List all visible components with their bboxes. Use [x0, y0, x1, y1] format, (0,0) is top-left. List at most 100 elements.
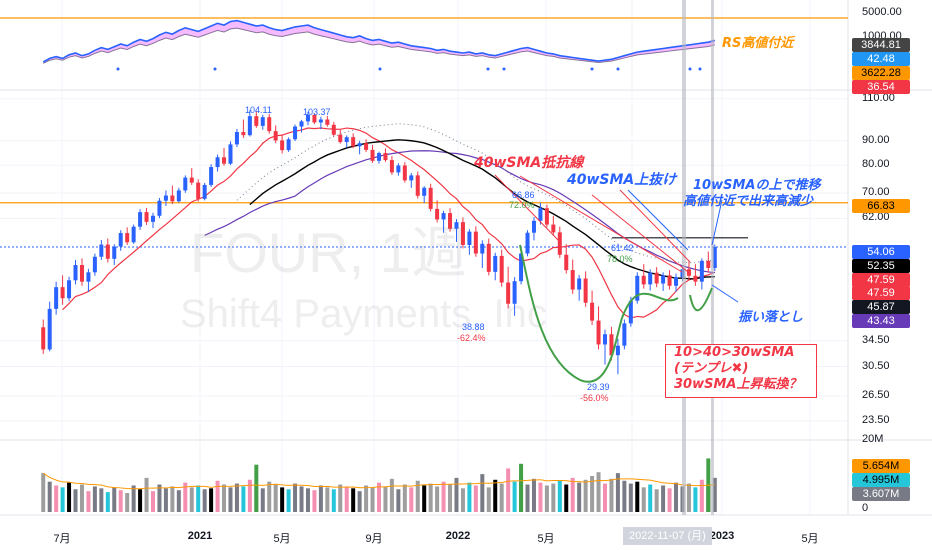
candle-body: [247, 116, 252, 136]
price-tick-label: 70.00: [862, 186, 890, 199]
volume-bar: [641, 487, 646, 512]
volume-bar: [448, 484, 453, 512]
candle-body: [176, 190, 181, 202]
price-marker: 103.37: [303, 107, 331, 117]
candle-body: [338, 134, 343, 143]
candle-body: [170, 195, 175, 202]
annotation-volume-dryup: 高値付近で出来高減少: [683, 194, 814, 209]
trend-line-blue: [627, 189, 689, 251]
candle-body: [389, 160, 394, 173]
candle-body: [622, 323, 627, 346]
volume-bar: [267, 481, 272, 512]
candle-body: [641, 275, 646, 285]
rs-new-high-dot: [502, 67, 506, 71]
price-marker: 66.86: [512, 190, 535, 200]
candle-body: [196, 182, 201, 199]
price-marker: 72.0%: [509, 200, 535, 210]
volume-bar: [531, 478, 536, 512]
volume-bar: [654, 489, 659, 512]
volume-bar: [402, 484, 407, 512]
candle-body: [344, 137, 349, 143]
volume-bar: [473, 485, 478, 512]
candle-body: [364, 143, 369, 150]
candle-body: [202, 184, 207, 199]
volume-bar: [441, 481, 446, 512]
volume-bar: [486, 487, 491, 512]
candle-body: [60, 287, 65, 299]
price-value-tag: 66.83: [852, 199, 910, 213]
rs-new-high-dot: [378, 67, 382, 71]
candle-body: [577, 278, 582, 290]
candle-body: [54, 287, 59, 309]
volume-bar: [583, 479, 588, 512]
volume-bar: [596, 472, 601, 512]
volume-bar: [667, 488, 672, 512]
volume-bar: [280, 487, 285, 512]
candle-body: [396, 165, 401, 173]
candle-body: [318, 119, 323, 123]
price-tick-label: 26.50: [862, 388, 890, 401]
volume-bar: [699, 479, 704, 512]
volume-bar-highlight: [254, 464, 259, 512]
volume-bar: [609, 478, 614, 512]
volume-bar: [409, 487, 414, 512]
volume-bar: [383, 486, 388, 512]
annotation-40wsma-break: 40wSMA上抜け: [567, 172, 677, 188]
annotation-rs-high: RS高値付近: [722, 36, 794, 51]
candle-body: [596, 320, 601, 345]
candle-body: [73, 265, 78, 281]
price-marker: -62.4%: [457, 333, 486, 343]
volume-bar: [222, 484, 227, 512]
volume-bar: [170, 486, 175, 512]
candle-body: [86, 272, 91, 282]
volume-bar: [686, 483, 691, 512]
volume-bar: [228, 487, 233, 512]
volume-bar: [305, 488, 310, 512]
candle-body: [163, 195, 168, 201]
candle-body: [67, 280, 72, 299]
time-tick-label: 5月: [537, 533, 555, 545]
volume-bar: [209, 488, 214, 512]
volume-bar: [506, 468, 511, 512]
volume-bar: [196, 485, 201, 512]
volume-tick-label: 20M: [862, 433, 884, 445]
candle-body: [383, 153, 388, 161]
candle-body: [376, 153, 382, 161]
volume-bar: [512, 481, 517, 512]
candle-body: [125, 233, 130, 243]
volume-bar: [60, 487, 65, 512]
candle-body: [661, 275, 666, 284]
candle-body: [138, 212, 143, 227]
rs-value-tag: 36.54: [852, 80, 910, 94]
volume-bar: [234, 483, 239, 512]
candle-body: [150, 215, 156, 222]
annotation-template-x: (テンプレ✖): [674, 361, 749, 376]
volume-bar: [47, 481, 52, 512]
candle-body: [273, 131, 278, 141]
volume-bar: [189, 487, 194, 512]
price-marker: 29.39: [587, 382, 610, 392]
volume-bar: [163, 488, 168, 512]
volume-bar: [318, 485, 323, 512]
candle-body: [415, 175, 420, 196]
candle-body: [473, 231, 478, 254]
candle-body: [267, 117, 272, 132]
volume-bar: [422, 485, 427, 512]
annotation-30wsma-turn: 30wSMA上昇転換？: [674, 377, 802, 392]
pointer-line: [711, 284, 739, 303]
candle-body: [557, 232, 562, 255]
price-tick-label: 62.00: [862, 211, 890, 224]
candle-body: [215, 157, 220, 168]
volume-bar: [674, 482, 679, 512]
candle-body: [299, 121, 304, 127]
candle-body: [686, 269, 691, 276]
rs-new-high-dot: [590, 67, 594, 71]
annotation-box: 10>40>30wSMA (テンプレ✖) 30wSMA上昇転換？: [665, 344, 817, 398]
price-marker: 78.0%: [607, 254, 633, 264]
volume-bar: [467, 482, 472, 512]
volume-bar: [357, 491, 362, 512]
rs-value-tag: 3622.28: [852, 66, 910, 80]
volume-bar: [557, 480, 562, 512]
rs-new-high-dot: [698, 67, 702, 71]
candle-body: [41, 327, 46, 350]
